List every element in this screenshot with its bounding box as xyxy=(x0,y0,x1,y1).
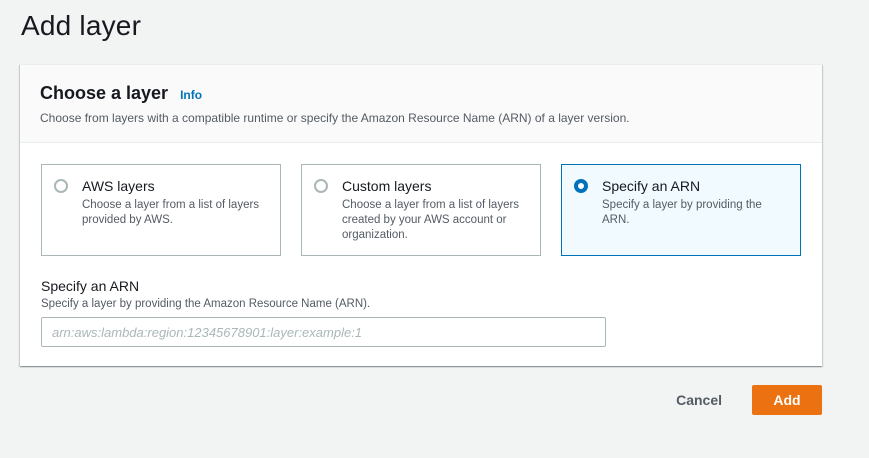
add-button[interactable]: Add xyxy=(752,385,822,415)
radio-aws-layers[interactable] xyxy=(54,179,68,193)
tile-specify-arn-description: Specify a layer by providing the ARN. xyxy=(602,199,762,226)
radio-custom-layers[interactable] xyxy=(314,179,328,193)
arn-field-label: Specify an ARN xyxy=(41,278,140,294)
tile-aws-layers-text: AWS layers Choose a layer from a list of… xyxy=(82,178,267,228)
panel-description: Choose from layers with a compatible run… xyxy=(40,111,630,125)
tile-custom-layers-label: Custom layers xyxy=(342,178,432,194)
panel-header: Choose a layer Info Choose from layers w… xyxy=(20,65,822,143)
tile-aws-layers[interactable]: AWS layers Choose a layer from a list of… xyxy=(41,164,281,256)
info-link[interactable]: Info xyxy=(180,88,202,102)
arn-input[interactable] xyxy=(41,317,606,347)
tile-specify-arn-label: Specify an ARN xyxy=(602,178,701,194)
layer-source-tiles: AWS layers Choose a layer from a list of… xyxy=(41,164,801,256)
choose-layer-panel: Choose a layer Info Choose from layers w… xyxy=(20,64,822,366)
arn-field: Specify an ARN Specify a layer by provid… xyxy=(41,278,606,347)
cancel-button[interactable]: Cancel xyxy=(660,385,738,415)
tile-custom-layers-description: Choose a layer from a list of layers cre… xyxy=(342,199,520,241)
page-title: Add layer xyxy=(21,10,142,41)
arn-field-description: Specify a layer by providing the Amazon … xyxy=(41,298,371,310)
tile-custom-layers[interactable]: Custom layers Choose a layer from a list… xyxy=(301,164,541,256)
form-actions: Cancel Add xyxy=(660,385,822,415)
tile-custom-layers-text: Custom layers Choose a layer from a list… xyxy=(342,178,527,243)
panel-title: Choose a layer xyxy=(40,83,169,103)
radio-specify-arn[interactable] xyxy=(574,179,588,193)
tile-specify-arn-text: Specify an ARN Specify a layer by provid… xyxy=(602,178,787,228)
tile-aws-layers-description: Choose a layer from a list of layers pro… xyxy=(82,199,260,226)
panel-heading-row: Choose a layer Info xyxy=(40,83,802,104)
tile-specify-arn[interactable]: Specify an ARN Specify a layer by provid… xyxy=(561,164,801,256)
tile-aws-layers-label: AWS layers xyxy=(82,178,155,194)
